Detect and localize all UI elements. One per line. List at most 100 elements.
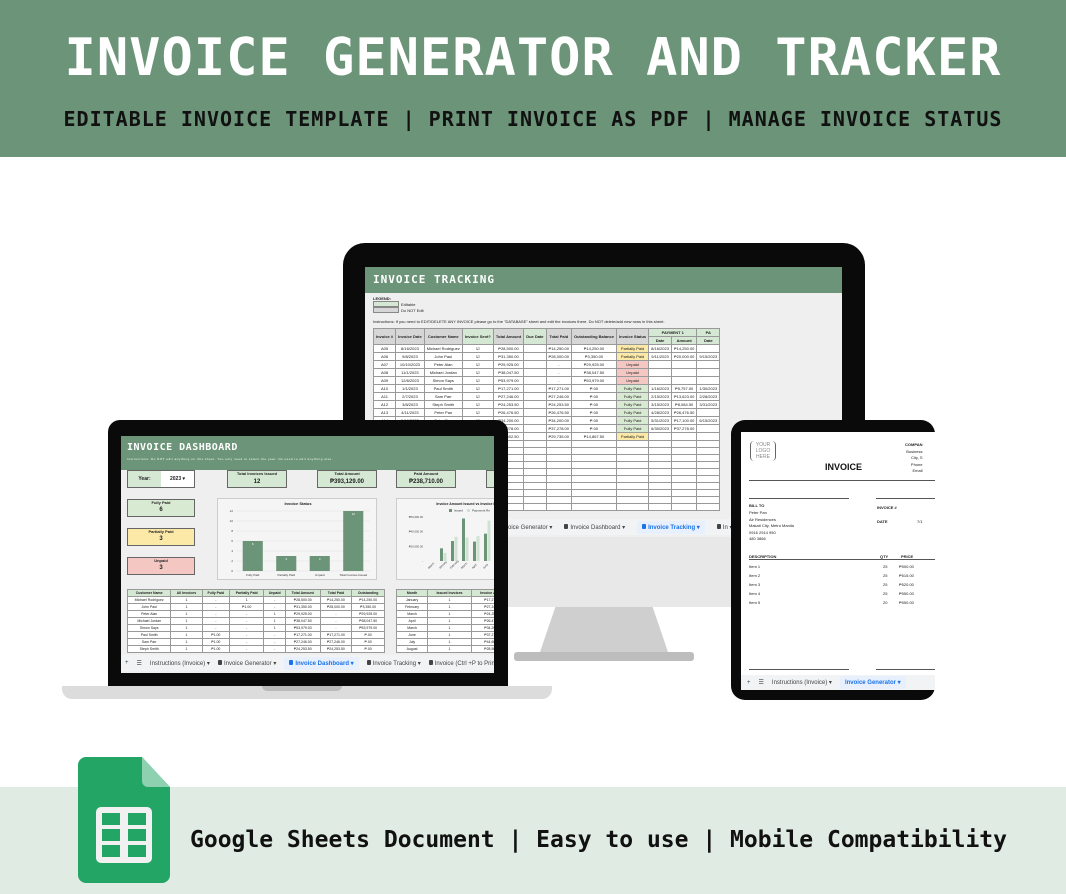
table-cell: ₱38,047.50 [284,617,321,625]
table-cell: 1 [170,645,203,653]
table-cell: ₱20,000.00 [670,352,698,361]
table-cell: ₱24,253.50 [545,400,573,409]
sheet-tab[interactable]: Invoice Generator ▾ [839,676,906,689]
table-cell [523,475,547,483]
table-cell [523,392,547,401]
bill-to-line: Makati City, Metro Manila [749,523,794,528]
table-cell [523,368,547,377]
table-cell: February [396,603,429,611]
table-cell: John Paul [127,603,172,611]
table-cell: - [263,645,286,653]
table-cell: A11 [372,392,397,401]
sheet-tab[interactable]: Invoice Dashboard ▾ [284,656,359,670]
invoice-sent-checkbox[interactable]: ☑ [461,360,494,369]
column-header: Due Date [523,328,547,345]
table-cell [696,489,721,497]
table-cell: - [263,596,286,604]
sheet-tab[interactable]: Invoice Tracking ▾ [366,660,421,667]
table-cell: 1 [427,652,472,653]
table-cell: - [263,631,286,639]
table-cell [670,440,698,448]
table-cell: ₱14,867.50 [570,432,618,441]
table-cell: - [319,624,353,632]
table-cell: 4 [170,652,203,653]
table-cell: - [228,645,265,653]
invoice-sent-checkbox[interactable]: ☑ [461,352,494,361]
all-sheets-icon[interactable]: ☰ [759,679,764,686]
sheet-tab[interactable]: Invoice Tracking ▾ [637,520,705,534]
table-cell: ₱34,200.00 [545,416,573,425]
table-cell: Sam Parr [127,638,172,646]
add-sheet-icon[interactable]: + [747,680,751,686]
y-tick-label: 8 [231,529,233,533]
table-cell [670,468,698,476]
table-cell [648,432,672,441]
table-row: A07 10/10/2023 Peter Alan ☑ ₱29,925.00- ₱29,9… [372,360,721,369]
year-dropdown[interactable]: 2023 ▾ [161,471,194,487]
table-cell: 11/1/2023 [395,368,425,377]
table-cell: 3/31/2023 [696,400,721,409]
lock-icon [564,524,569,530]
table-cell: 2/28/2023 [696,392,721,401]
sheet-tab[interactable]: Instructions (Invoice) ▾ [772,679,832,686]
item-description: Item 2 [749,573,761,578]
column-header: Invoice Date [395,328,425,345]
table-cell [670,447,698,455]
table-cell [696,461,721,469]
sheet-tab[interactable]: Invoice (Ctrl +P to Print) ▾ [428,660,494,667]
bill-to-line: 480 3866 [749,536,766,541]
table-cell: - [201,596,231,604]
table-cell: 4/11/2023 [395,408,425,417]
table-row: March1₱24,253.50 [396,610,494,618]
status-badge: Fully Paid [616,424,650,433]
invoice-sent-checkbox[interactable]: ☑ [461,384,494,393]
sheet-tab[interactable]: Invoice Dashboard ▾ [564,524,625,531]
status-badge: Partially Paid [616,432,650,441]
table-cell [545,482,573,490]
table-cell [648,368,672,377]
table-cell: 1 [427,631,472,639]
table-cell: 1 [170,624,203,632]
status-badge: Fully Paid [616,384,650,393]
invoice-sent-checkbox[interactable]: ☑ [461,376,494,385]
table-cell [696,408,721,417]
column-header: Month [396,589,429,597]
add-sheet-icon[interactable]: + [125,660,129,666]
sheet-tab[interactable]: Instructions (Invoice) ▾ [150,660,210,667]
year-selector[interactable]: Year: 2023 ▾ [127,470,195,488]
item-qty: 25 [883,582,888,587]
table-cell: - [263,603,286,611]
invoice-sent-checkbox[interactable]: ☑ [461,408,494,417]
table-cell: ₱37,278.00 [670,424,698,433]
invoice-sent-checkbox[interactable]: ☑ [461,392,494,401]
lock-icon [428,660,433,666]
table-row: A09 12/6/2023 Simon Says ☑ ₱53,979.00- ₱53,97… [372,376,721,385]
table-cell: Sam Parr [423,392,463,401]
divider [876,498,935,499]
table-cell: 1 [170,603,203,611]
table-cell [670,376,698,385]
status-badge: Fully Paid [616,408,650,417]
table-cell [696,344,721,353]
invoice-sent-checkbox[interactable]: ☑ [461,344,494,353]
table-cell: ₱3.00 [201,652,231,653]
x-tick-label: June [482,562,489,569]
monitor-stand [540,607,668,652]
table-cell [545,454,573,462]
invoice-number-label: INVOICE # [877,505,897,510]
table-cell: 1/30/2023 [696,384,721,393]
table-cell: ₱1.00 [228,652,265,653]
table-cell: 1 [228,596,265,604]
table-row: A12 3/8/2023 Steph Smith ☑ ₱24,253.50 ₱24,253… [372,400,721,409]
table-cell [523,468,547,476]
table-cell: - [319,610,353,618]
bar-issued [440,548,443,561]
table-cell: ₱24,253.50 [492,400,525,409]
table-cell: ₱29,925.00 [351,610,385,618]
sheet-tab[interactable]: Invoice Generator ▾ [217,660,276,667]
invoice-sent-checkbox[interactable]: ☑ [461,368,494,377]
invoice-sent-checkbox[interactable]: ☑ [461,400,494,409]
all-sheets-icon[interactable]: ☰ [137,660,142,667]
table-cell: Simon Says [423,376,463,385]
table-cell: 1 [263,610,286,618]
